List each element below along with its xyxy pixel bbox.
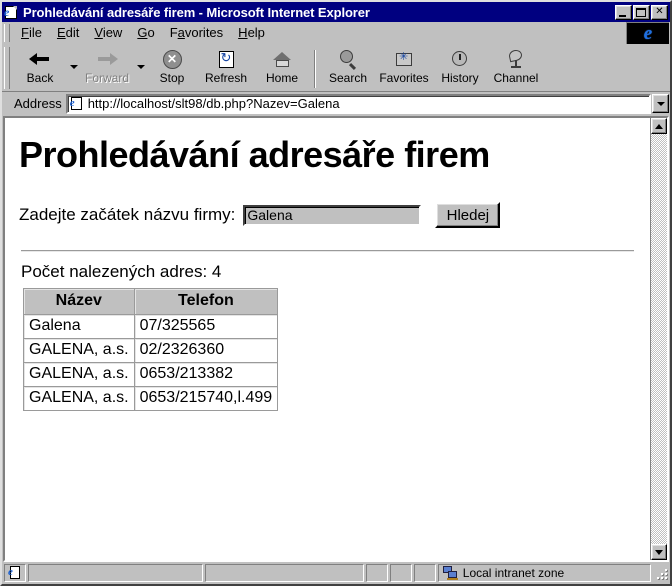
refresh-button[interactable]: Refresh — [198, 47, 254, 86]
column-header-nazev: Název — [23, 288, 135, 315]
menu-item-favorites[interactable]: Favorites — [163, 24, 230, 43]
ie-document-icon: e — [8, 565, 22, 580]
triangle-down-icon — [655, 549, 663, 555]
ie-document-icon: e — [4, 5, 20, 20]
favorites-button[interactable]: ✳ Favorites — [376, 47, 432, 85]
table-row: GALENA, a.s. 0653/215740,l.499 — [23, 386, 279, 411]
scrollbar-track[interactable] — [651, 134, 667, 544]
toolbar-drag-grip[interactable] — [4, 47, 10, 89]
refresh-icon — [214, 48, 238, 70]
menu-item-edit[interactable]: Edit — [50, 24, 86, 43]
address-label: Address — [14, 96, 62, 111]
network-computers-icon — [442, 565, 459, 580]
triangle-up-icon — [655, 123, 663, 129]
web-page: Prohledávání adresáře firem Zadejte začá… — [5, 118, 650, 560]
home-icon — [270, 48, 294, 70]
menu-items: File Edit View Go Favorites Help — [12, 22, 626, 44]
navigation-toolbar: Back Forward ✕ Stop Refresh Home — [2, 45, 670, 92]
content-area: Prohledávání adresáře firem Zadejte začá… — [3, 116, 669, 562]
scroll-up-button[interactable] — [651, 118, 667, 134]
table-row: Galena 07/325565 — [23, 314, 279, 339]
back-button[interactable]: Back — [12, 47, 68, 85]
forward-button[interactable]: Forward — [79, 47, 135, 85]
history-clock-icon — [448, 48, 472, 70]
cell-name: GALENA, a.s. — [23, 386, 135, 411]
search-button[interactable]: Search — [320, 47, 376, 85]
status-small-panel-3 — [413, 563, 436, 582]
company-name-input[interactable] — [243, 204, 422, 226]
status-bar: e Local intranet zone — [2, 562, 670, 584]
status-message-panel — [28, 563, 204, 582]
cell-phone: 02/2326360 — [133, 338, 279, 363]
address-bar: Address e http://localhost/slt98/db.php?… — [2, 92, 670, 115]
search-form: Zadejte začátek názvu firmy: Hledej — [19, 202, 640, 228]
history-button[interactable]: History — [432, 47, 488, 85]
security-zone-text: Local intranet zone — [462, 565, 565, 580]
close-button[interactable]: ✕ — [651, 4, 668, 20]
cell-phone: 07/325565 — [133, 314, 279, 339]
search-submit-button[interactable]: Hledej — [435, 202, 501, 228]
browser-window: e Prohledávání adresáře firem - Microsof… — [0, 0, 672, 586]
search-form-label: Zadejte začátek názvu firmy: — [19, 205, 236, 224]
toolbar-separator — [314, 50, 316, 88]
close-icon: ✕ — [655, 6, 664, 17]
channels-dish-icon — [504, 48, 528, 70]
menu-bar: File Edit View Go Favorites Help e — [2, 22, 670, 45]
page-title: Prohledávání adresáře firem — [19, 134, 490, 175]
title-bar: e Prohledávání adresáře firem - Microsof… — [2, 2, 670, 22]
channels-button[interactable]: Channel — [488, 47, 544, 85]
address-url-text: http://localhost/slt98/db.php?Nazev=Gale… — [87, 96, 340, 111]
menu-item-file[interactable]: File — [14, 24, 49, 43]
table-row: GALENA, a.s. 02/2326360 — [23, 338, 279, 363]
table-row: GALENA, a.s. 0653/213382 — [23, 362, 279, 387]
arrow-right-icon — [95, 48, 119, 70]
ie-animated-logo[interactable]: e — [626, 22, 669, 44]
chevron-down-icon — [656, 101, 665, 106]
back-dropdown-button[interactable] — [68, 47, 79, 69]
result-count-text: Počet nalezených adres: 4 — [21, 262, 222, 281]
cell-phone: 0653/213382 — [133, 362, 279, 387]
menu-drag-grip[interactable] — [4, 24, 10, 42]
window-title: Prohledávání adresáře firem - Microsoft … — [23, 4, 370, 20]
ie-document-icon: e — [70, 96, 85, 111]
table-header-row: Název Telefon — [23, 288, 279, 315]
security-zone-panel[interactable]: Local intranet zone — [437, 563, 651, 582]
menu-item-go[interactable]: Go — [130, 24, 161, 43]
favorites-folder-icon: ✳ — [392, 48, 416, 70]
status-small-panel-2 — [389, 563, 412, 582]
chevron-down-icon — [136, 65, 145, 69]
address-dropdown-button[interactable] — [652, 94, 669, 113]
cell-name: Galena — [23, 314, 135, 339]
menu-item-view[interactable]: View — [87, 24, 129, 43]
resize-grip[interactable] — [654, 566, 668, 580]
column-header-telefon: Telefon — [133, 288, 279, 315]
search-globe-icon — [336, 48, 360, 71]
cell-name: GALENA, a.s. — [23, 338, 135, 363]
results-table: Název Telefon Galena 07/325565 GALENA, a… — [23, 288, 279, 411]
forward-dropdown-button[interactable] — [135, 47, 146, 69]
stop-icon: ✕ — [160, 48, 184, 70]
stop-button[interactable]: ✕ Stop — [146, 47, 198, 85]
maximize-button[interactable] — [633, 4, 650, 20]
status-progress-panel — [205, 563, 364, 582]
arrow-left-icon — [28, 48, 52, 70]
cell-phone: 0653/215740,l.499 — [133, 386, 279, 411]
window-controls: ✕ — [615, 4, 669, 20]
vertical-scrollbar[interactable] — [650, 118, 667, 560]
minimize-button[interactable] — [615, 4, 632, 20]
status-ie-icon-panel: e — [4, 563, 26, 582]
scroll-down-button[interactable] — [651, 544, 667, 560]
home-button[interactable]: Home — [254, 47, 310, 85]
menu-item-help[interactable]: Help — [231, 24, 272, 43]
address-input[interactable]: e http://localhost/slt98/db.php?Nazev=Ga… — [65, 93, 651, 114]
horizontal-rule — [21, 250, 634, 252]
chevron-down-icon — [69, 65, 78, 69]
cell-name: GALENA, a.s. — [23, 362, 135, 387]
status-small-panel-1 — [365, 563, 388, 582]
